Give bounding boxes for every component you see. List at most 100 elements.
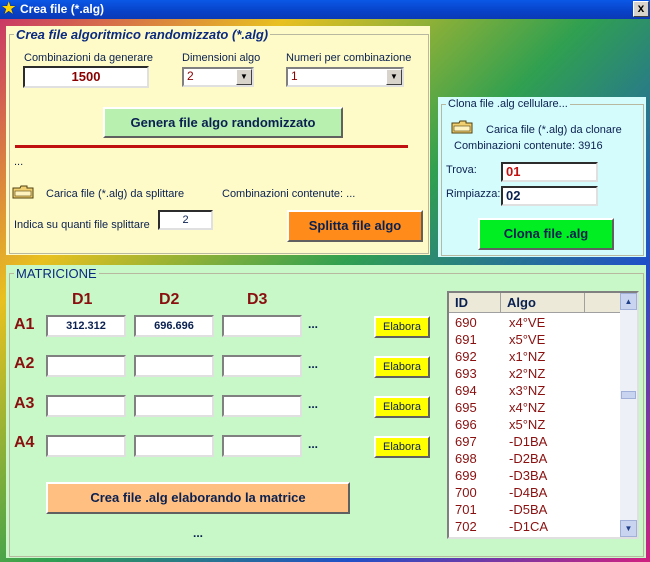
numbers-value: 1 xyxy=(291,69,298,83)
split-button[interactable]: Splitta file algo xyxy=(287,210,423,242)
matrix-cell-a2-d3[interactable] xyxy=(222,355,302,377)
chevron-down-icon[interactable]: ▼ xyxy=(386,69,402,85)
matrix-cell-a1-d2[interactable]: 696.696 xyxy=(134,315,214,337)
matrix-cell-a3-d1[interactable] xyxy=(46,395,126,417)
list-item-algo: -D2BA xyxy=(509,451,548,466)
list-item[interactable]: 696 x5°NZ xyxy=(449,417,621,434)
matrix-cell-a2-d2[interactable] xyxy=(134,355,214,377)
folder-icon[interactable] xyxy=(12,185,34,199)
algo-list[interactable]: ID Algo 690 x4°VE 691 x5°VE 692 x1°NZ 693 x2°NZ… xyxy=(447,291,639,539)
list-item-id: 695 xyxy=(455,400,477,415)
matrix-cell-a1-d3[interactable] xyxy=(222,315,302,337)
row-a2-dots: ... xyxy=(308,357,319,371)
list-item-algo: -D1BA xyxy=(509,434,548,449)
list-scrollbar[interactable]: ▲ ▼ xyxy=(620,293,637,537)
list-item-algo: x2°NZ xyxy=(509,366,546,381)
list-item-algo: x4°VE xyxy=(509,315,546,330)
elabora-button-a2[interactable]: Elabora xyxy=(374,356,430,378)
list-item[interactable]: 690 x4°VE xyxy=(449,315,621,332)
matrix-cell-a4-d1[interactable] xyxy=(46,435,126,457)
row-label-a2: A2 xyxy=(14,355,35,372)
matrix-cell-a1-d1[interactable]: 312.312 xyxy=(46,315,126,337)
list-item[interactable]: 692 x1°NZ xyxy=(449,349,621,366)
list-item-algo: x3°NZ xyxy=(509,383,546,398)
list-item[interactable]: 695 x4°NZ xyxy=(449,400,621,417)
generate-button[interactable]: Genera file algo randomizzato xyxy=(103,107,343,138)
elabora-button-a3[interactable]: Elabora xyxy=(374,396,430,418)
dimensions-label: Dimensioni algo xyxy=(182,52,261,64)
combinations-value: 1500 xyxy=(71,69,101,84)
combinations-input[interactable]: 1500 xyxy=(23,66,149,88)
matrix-status: ... xyxy=(193,526,204,540)
list-item[interactable]: 699 -D3BA xyxy=(449,468,621,485)
scroll-up-icon[interactable]: ▲ xyxy=(620,293,637,310)
find-input[interactable]: 01 xyxy=(501,162,598,182)
list-item-algo: -D4BA xyxy=(509,485,548,500)
random-status: ... xyxy=(14,156,24,168)
matrix-cell-a3-d2[interactable] xyxy=(134,395,214,417)
elabora-button-a1[interactable]: Elabora xyxy=(374,316,430,338)
window-title: Crea file (*.alg) xyxy=(20,2,105,16)
row-label-a1: A1 xyxy=(14,316,35,333)
list-item-algo: x5°VE xyxy=(509,332,546,347)
create-matrix-button[interactable]: Crea file .alg elaborando la matrice xyxy=(46,482,350,514)
column-header-d1: D1 xyxy=(72,291,93,308)
title-bar[interactable]: ★ Crea file (*.alg) x xyxy=(0,0,650,19)
list-header-id[interactable]: ID xyxy=(449,293,501,313)
column-header-d3: D3 xyxy=(247,291,268,308)
matrix-cell-a4-d3[interactable] xyxy=(222,435,302,457)
numbers-select[interactable]: 1 ▼ xyxy=(286,67,404,87)
list-item[interactable]: 700 -D4BA xyxy=(449,485,621,502)
random-section-legend: Crea file algoritmico randomizzato (*.al… xyxy=(14,27,271,42)
list-item-id: 692 xyxy=(455,349,477,364)
list-item-algo: -D3BA xyxy=(509,468,548,483)
list-item-id: 694 xyxy=(455,383,477,398)
list-item[interactable]: 694 x3°NZ xyxy=(449,383,621,400)
list-item-algo: -D1CA xyxy=(509,519,549,534)
app-star-icon: ★ xyxy=(2,0,16,17)
row-a1-dots: ... xyxy=(308,317,319,331)
chevron-down-icon[interactable]: ▼ xyxy=(236,69,252,85)
list-item[interactable]: 691 x5°VE xyxy=(449,332,621,349)
row-a3-dots: ... xyxy=(308,397,319,411)
matrix-cell-a4-d2[interactable] xyxy=(134,435,214,457)
replace-value: 02 xyxy=(506,188,521,203)
list-item-id: 691 xyxy=(455,332,477,347)
replace-input[interactable]: 02 xyxy=(501,186,598,206)
split-count-value: 2 xyxy=(182,214,189,226)
list-header-algo[interactable]: Algo xyxy=(501,293,585,313)
list-item[interactable]: 697 -D1BA xyxy=(449,434,621,451)
clone-load-label: Carica file (*.alg) da clonare xyxy=(486,124,622,136)
split-contained-label: Combinazioni contenute: ... xyxy=(222,188,356,200)
list-item[interactable]: 702 -D1CA xyxy=(449,519,621,536)
row-a4-dots: ... xyxy=(308,437,319,451)
matrix-cell-a2-d1[interactable] xyxy=(46,355,126,377)
list-item[interactable]: 698 -D2BA xyxy=(449,451,621,468)
split-count-input[interactable]: 2 xyxy=(158,210,213,230)
row-label-a4: A4 xyxy=(14,434,35,451)
folder-icon[interactable] xyxy=(451,120,473,134)
matrix-cell-a3-d3[interactable] xyxy=(222,395,302,417)
dimensions-value: 2 xyxy=(187,69,194,83)
list-item-id: 690 xyxy=(455,315,477,330)
list-item-algo: x1°NZ xyxy=(509,349,546,364)
elabora-button-a4[interactable]: Elabora xyxy=(374,436,430,458)
replace-label: Rimpiazza: xyxy=(446,188,501,200)
combinations-label: Combinazioni da generare xyxy=(24,52,154,64)
list-item-algo: x5°NZ xyxy=(509,417,546,432)
clone-contained-label: Combinazioni contenute: 3916 xyxy=(454,140,603,152)
find-label: Trova: xyxy=(446,164,477,176)
list-item-id: 698 xyxy=(455,451,477,466)
list-item-algo: x4°NZ xyxy=(509,400,546,415)
clone-button[interactable]: Clona file .alg xyxy=(478,218,614,250)
close-button[interactable]: x xyxy=(633,1,649,17)
list-item[interactable]: 693 x2°NZ xyxy=(449,366,621,383)
dimensions-select[interactable]: 2 ▼ xyxy=(182,67,254,87)
matrix-section-legend: MATRICIONE xyxy=(14,266,99,281)
scroll-thumb[interactable] xyxy=(621,391,636,399)
list-item[interactable]: 701 -D5BA xyxy=(449,502,621,519)
scroll-down-icon[interactable]: ▼ xyxy=(620,520,637,537)
list-rows: 690 x4°VE 691 x5°VE 692 x1°NZ 693 x2°NZ 694 x3°NZ… xyxy=(449,315,621,536)
list-item-id: 701 xyxy=(455,502,477,517)
column-header-d2: D2 xyxy=(159,291,180,308)
